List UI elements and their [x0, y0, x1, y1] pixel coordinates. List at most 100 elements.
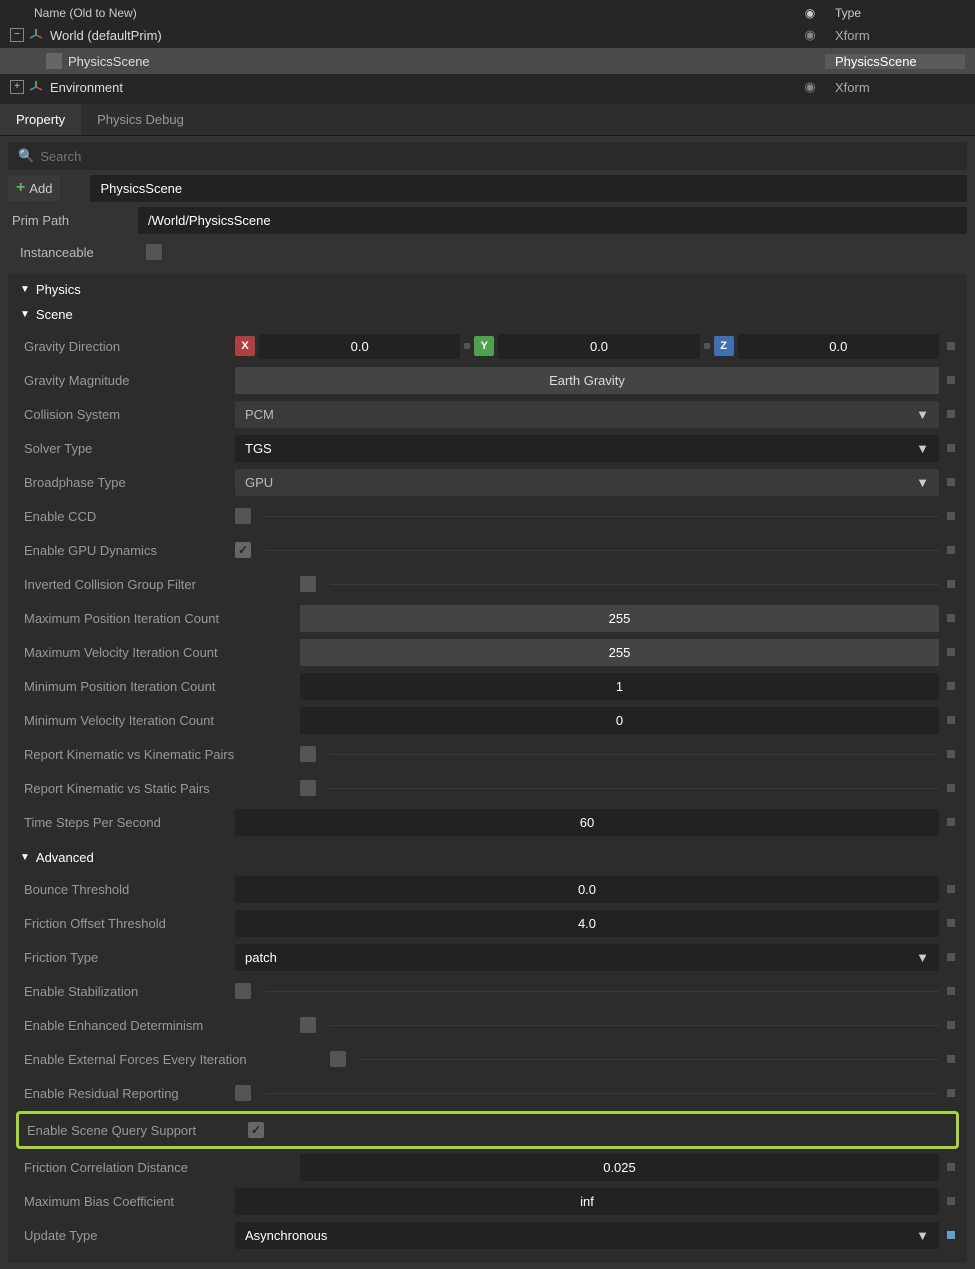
tree-header: Name (Old to New) ◉ Type	[0, 4, 975, 22]
min-pos-iter-input[interactable]	[300, 673, 939, 700]
reset-dot[interactable]	[947, 885, 955, 893]
scene-title: Scene	[36, 307, 73, 322]
enable-ccd-checkbox[interactable]	[235, 508, 251, 524]
reset-dot[interactable]	[947, 444, 955, 452]
maximum-bias-coefficient-input[interactable]	[235, 1188, 939, 1215]
divider	[265, 516, 939, 517]
chevron-down-icon: ▼	[916, 950, 929, 965]
instanceable-checkbox[interactable]	[146, 244, 162, 260]
reset-dot[interactable]	[947, 546, 955, 554]
divider	[330, 584, 939, 585]
update-type-dropdown[interactable]: Asynchronous ▼	[235, 1222, 939, 1249]
gravity-y-input[interactable]	[498, 334, 699, 359]
visibility-icon[interactable]: ◉	[795, 27, 825, 43]
reset-dot[interactable]	[947, 1163, 955, 1171]
friction-offset-threshold-input[interactable]	[235, 910, 939, 937]
max-pos-iter-input[interactable]	[300, 605, 939, 632]
search-icon: 🔍	[18, 148, 34, 164]
collapse-icon[interactable]: −	[10, 28, 24, 42]
tab-property[interactable]: Property	[0, 104, 81, 135]
name-field[interactable]	[90, 175, 967, 202]
inverted-collision-filter-checkbox[interactable]	[300, 576, 316, 592]
add-button[interactable]: + Add	[8, 175, 60, 201]
z-axis-badge: Z	[714, 336, 734, 356]
gravity-z-input[interactable]	[738, 334, 939, 359]
enable-enhanced-determinism-checkbox[interactable]	[300, 1017, 316, 1033]
tree-row-world[interactable]: − World (defaultPrim) ◉ Xform	[0, 22, 975, 48]
reset-dot[interactable]	[947, 648, 955, 656]
min-vel-iter-input[interactable]	[300, 707, 939, 734]
advanced-section-header[interactable]: ▼ Advanced	[20, 850, 955, 865]
search-input[interactable]	[40, 149, 957, 164]
chevron-down-icon: ▼	[20, 852, 30, 863]
xform-icon	[28, 27, 44, 43]
tree-header-name[interactable]: Name (Old to New)	[10, 6, 795, 20]
reset-dot[interactable]	[947, 784, 955, 792]
reset-dot[interactable]	[947, 987, 955, 995]
tree-header-type[interactable]: Type	[825, 6, 965, 20]
reset-dot[interactable]	[947, 919, 955, 927]
reset-dot[interactable]	[947, 478, 955, 486]
reset-dot[interactable]	[947, 376, 955, 384]
bounce-threshold-input[interactable]	[235, 876, 939, 903]
prim-path-field[interactable]	[138, 207, 967, 234]
enable-residual-reporting-checkbox[interactable]	[235, 1085, 251, 1101]
expand-icon[interactable]: +	[10, 80, 24, 94]
chevron-down-icon: ▼	[916, 1228, 929, 1243]
check-icon: ✓	[251, 1123, 261, 1137]
scene-section-header[interactable]: ▼ Scene	[20, 307, 955, 322]
enable-gpu-dynamics-checkbox[interactable]: ✓	[235, 542, 251, 558]
divider	[330, 754, 939, 755]
tree-type: Xform	[825, 80, 965, 95]
reset-dot[interactable]	[947, 1197, 955, 1205]
check-icon: ✓	[238, 543, 248, 557]
reset-dot[interactable]	[947, 1021, 955, 1029]
enable-scene-query-checkbox[interactable]: ✓	[248, 1122, 264, 1138]
divider	[265, 550, 939, 551]
enable-ccd-label: Enable CCD	[20, 509, 235, 524]
inverted-collision-filter-label: Inverted Collision Group Filter	[20, 577, 300, 592]
reset-dot[interactable]	[947, 1231, 955, 1239]
reset-dot[interactable]	[947, 1089, 955, 1097]
tab-physics-debug[interactable]: Physics Debug	[81, 104, 200, 135]
max-vel-iter-input[interactable]	[300, 639, 939, 666]
friction-correlation-distance-label: Friction Correlation Distance	[20, 1160, 300, 1175]
enable-external-forces-checkbox[interactable]	[330, 1051, 346, 1067]
enable-external-forces-label: Enable External Forces Every Iteration	[20, 1052, 330, 1067]
solver-type-dropdown[interactable]: TGS ▼	[235, 435, 939, 462]
reset-dot[interactable]	[947, 716, 955, 724]
link-dot[interactable]	[464, 343, 470, 349]
tree-row-physicsscene[interactable]: PhysicsScene PhysicsScene	[0, 48, 975, 74]
x-axis-badge: X	[235, 336, 255, 356]
report-kin-kin-checkbox[interactable]	[300, 746, 316, 762]
gravity-x-input[interactable]	[259, 334, 460, 359]
gravity-magnitude-label: Gravity Magnitude	[20, 373, 235, 388]
reset-dot[interactable]	[947, 342, 955, 350]
tree-row-environment[interactable]: + Environment ◉ Xform	[0, 74, 975, 100]
broadphase-type-dropdown[interactable]: GPU ▼	[235, 469, 939, 496]
reset-dot[interactable]	[947, 614, 955, 622]
reset-dot[interactable]	[947, 410, 955, 418]
y-axis-badge: Y	[474, 336, 494, 356]
physics-section-header[interactable]: ▼ Physics	[20, 282, 955, 297]
collision-system-dropdown[interactable]: PCM ▼	[235, 401, 939, 428]
reset-dot[interactable]	[947, 512, 955, 520]
time-steps-input[interactable]	[235, 809, 939, 836]
report-kin-kin-label: Report Kinematic vs Kinematic Pairs	[20, 747, 300, 762]
search-row: 🔍	[8, 142, 967, 170]
reset-dot[interactable]	[947, 580, 955, 588]
reset-dot[interactable]	[947, 750, 955, 758]
chevron-down-icon: ▼	[916, 407, 929, 422]
link-dot[interactable]	[704, 343, 710, 349]
report-kin-static-checkbox[interactable]	[300, 780, 316, 796]
reset-dot[interactable]	[947, 682, 955, 690]
reset-dot[interactable]	[947, 1055, 955, 1063]
enable-stabilization-checkbox[interactable]	[235, 983, 251, 999]
gravity-magnitude-button[interactable]: Earth Gravity	[235, 367, 939, 394]
friction-type-dropdown[interactable]: patch ▼	[235, 944, 939, 971]
visibility-icon[interactable]: ◉	[795, 79, 825, 95]
friction-correlation-distance-input[interactable]	[300, 1154, 939, 1181]
reset-dot[interactable]	[947, 818, 955, 826]
enable-stabilization-label: Enable Stabilization	[20, 984, 235, 999]
reset-dot[interactable]	[947, 953, 955, 961]
